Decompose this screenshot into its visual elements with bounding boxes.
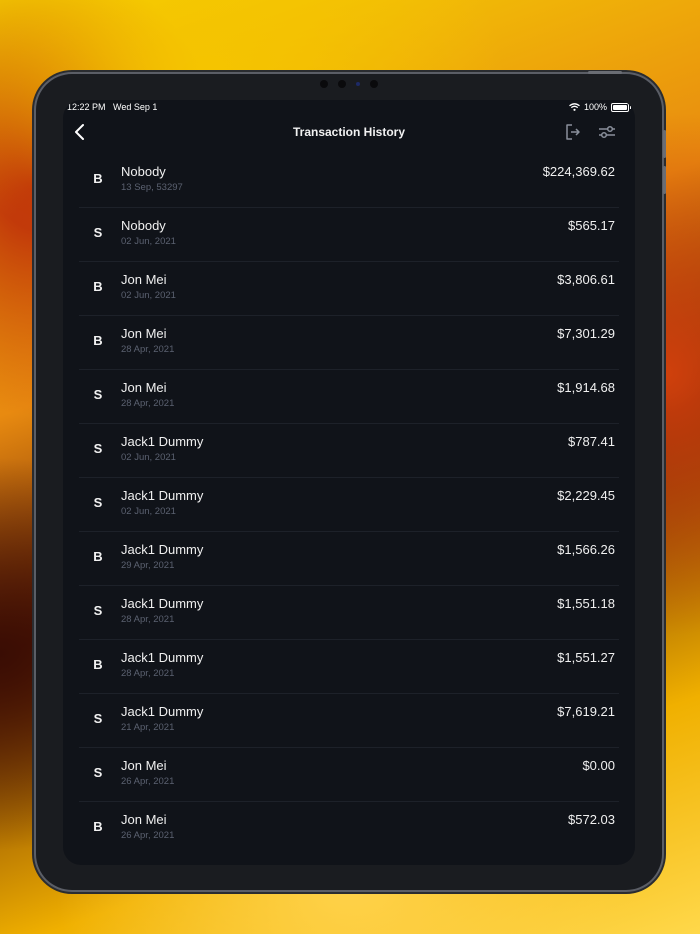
transaction-row[interactable]: B Nobody 13 Sep, 53297 $224,369.62: [79, 154, 619, 208]
nav-bar: Transaction History: [63, 118, 635, 148]
transaction-amount: $1,914.68: [557, 380, 615, 395]
transaction-row[interactable]: S Jack1 Dummy 02 Jun, 2021 $787.41: [79, 424, 619, 478]
transaction-name: Nobody: [121, 218, 166, 233]
wifi-icon: [569, 103, 580, 111]
transaction-amount: $787.41: [568, 434, 615, 449]
transaction-row[interactable]: S Jon Mei 28 Apr, 2021 $1,914.68: [79, 370, 619, 424]
volume-down-button: [663, 166, 666, 194]
transaction-amount: $224,369.62: [542, 164, 615, 179]
transaction-amount: $7,619.21: [557, 704, 615, 719]
transaction-row[interactable]: B Jack1 Dummy 29 Apr, 2021 $1,566.26: [79, 532, 619, 586]
volume-up-button: [663, 130, 666, 158]
status-bar: 12:22 PM Wed Sep 1 100%: [63, 100, 635, 116]
transaction-date: 28 Apr, 2021: [121, 344, 175, 355]
transaction-type-badge: S: [93, 441, 103, 456]
transaction-row[interactable]: S Jack1 Dummy 28 Apr, 2021 $1,551.18: [79, 586, 619, 640]
status-date: Wed Sep 1: [113, 102, 158, 112]
transaction-name: Jon Mei: [121, 326, 167, 341]
transaction-type-badge: B: [93, 657, 103, 672]
transaction-row[interactable]: B Jon Mei 02 Jun, 2021 $3,806.61: [79, 262, 619, 316]
transaction-row[interactable]: S Jon Mei 26 Apr, 2021 $0.00: [79, 748, 619, 802]
transaction-type-badge: B: [93, 279, 103, 294]
status-right: 100%: [569, 102, 631, 112]
transaction-name: Jack1 Dummy: [121, 650, 204, 665]
transaction-row[interactable]: B Jon Mei 28 Apr, 2021 $7,301.29: [79, 316, 619, 370]
transaction-row[interactable]: B Jack1 Dummy 28 Apr, 2021 $1,551.27: [79, 640, 619, 694]
transaction-name: Jon Mei: [121, 758, 167, 773]
transaction-date: 26 Apr, 2021: [121, 776, 175, 787]
camera-lens: [338, 80, 346, 88]
transaction-amount: $572.03: [568, 812, 615, 827]
transaction-name: Jack1 Dummy: [121, 434, 204, 449]
transaction-row[interactable]: S Jack1 Dummy 21 Apr, 2021 $7,619.21: [79, 694, 619, 748]
transaction-date: 26 Apr, 2021: [121, 830, 175, 841]
transaction-type-badge: S: [93, 387, 103, 402]
transaction-type-badge: B: [93, 333, 103, 348]
screen: 12:22 PM Wed Sep 1 100% Transaction Hist…: [63, 100, 635, 865]
transaction-name: Jack1 Dummy: [121, 542, 204, 557]
transaction-date: 21 Apr, 2021: [121, 722, 175, 733]
transaction-type-badge: B: [93, 171, 103, 186]
transaction-date: 02 Jun, 2021: [121, 506, 176, 517]
transaction-row[interactable]: B Jon Mei 26 Apr, 2021 $572.03: [79, 802, 619, 855]
transaction-type-badge: S: [93, 711, 103, 726]
transaction-type-badge: S: [93, 495, 103, 510]
transaction-row[interactable]: S Jack1 Dummy 02 Jun, 2021 $2,229.45: [79, 478, 619, 532]
page-title: Transaction History: [292, 125, 406, 139]
transaction-name: Jon Mei: [121, 272, 167, 287]
transaction-date: 28 Apr, 2021: [121, 398, 175, 409]
top-button: [588, 71, 622, 74]
battery-percentage: 100%: [583, 102, 607, 112]
transaction-name: Jack1 Dummy: [121, 488, 204, 503]
transaction-date: 29 Apr, 2021: [121, 560, 175, 571]
transaction-amount: $3,806.61: [557, 272, 615, 287]
transaction-amount: $2,229.45: [557, 488, 615, 503]
status-time: 12:22 PM: [67, 102, 106, 112]
transaction-name: Jon Mei: [121, 380, 167, 395]
status-time-date: 12:22 PM Wed Sep 1: [67, 102, 157, 112]
transaction-amount: $1,551.18: [557, 596, 615, 611]
camera-indicator: [356, 82, 360, 86]
transaction-name: Jack1 Dummy: [121, 704, 204, 719]
transaction-date: 28 Apr, 2021: [121, 668, 175, 679]
export-icon[interactable]: [563, 122, 583, 142]
transaction-list: B Nobody 13 Sep, 53297 $224,369.62 S Nobody 02…: [79, 154, 619, 855]
sensor-dot: [370, 80, 378, 88]
transaction-date: 13 Sep, 53297: [121, 182, 183, 193]
transaction-amount: $1,551.27: [557, 650, 615, 665]
transaction-date: 02 Jun, 2021: [121, 290, 176, 301]
transaction-date: 28 Apr, 2021: [121, 614, 175, 625]
transaction-row[interactable]: S Nobody 02 Jun, 2021 $565.17: [79, 208, 619, 262]
camera-bar: [320, 80, 378, 88]
transaction-type-badge: S: [93, 765, 103, 780]
transaction-type-badge: B: [93, 819, 103, 834]
transaction-date: 02 Jun, 2021: [121, 452, 176, 463]
sliders-icon[interactable]: [597, 122, 617, 142]
transaction-amount: $1,566.26: [557, 542, 615, 557]
transaction-amount: $565.17: [568, 218, 615, 233]
transaction-amount: $7,301.29: [557, 326, 615, 341]
transaction-date: 02 Jun, 2021: [121, 236, 176, 247]
transaction-type-badge: S: [93, 225, 103, 240]
transaction-type-badge: S: [93, 603, 103, 618]
transaction-amount: $0.00: [582, 758, 615, 773]
transaction-name: Jack1 Dummy: [121, 596, 204, 611]
battery-icon: [611, 102, 631, 112]
sensor-dot: [320, 80, 328, 88]
transaction-name: Nobody: [121, 164, 166, 179]
tablet-frame: 12:22 PM Wed Sep 1 100% Transaction Hist…: [36, 71, 666, 890]
transaction-name: Jon Mei: [121, 812, 167, 827]
transaction-type-badge: B: [93, 549, 103, 564]
